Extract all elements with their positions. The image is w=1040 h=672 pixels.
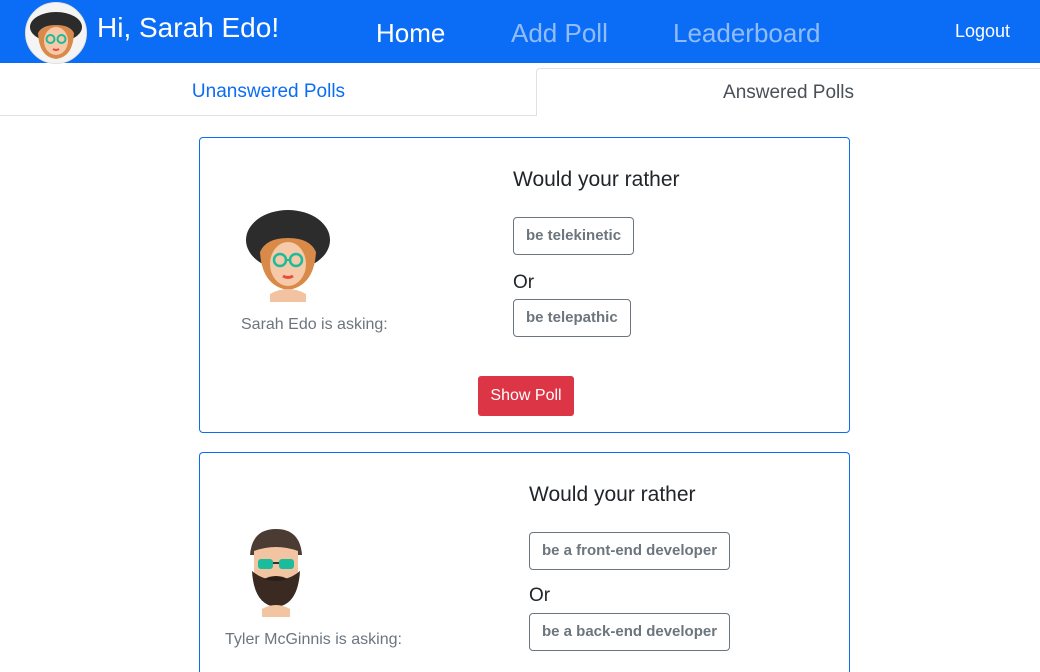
poll-title: Would your rather [529, 483, 696, 506]
user-avatar-icon [25, 2, 87, 64]
greeting-text: Hi, Sarah Edo! [97, 12, 280, 43]
nav-home-link[interactable]: Home [376, 18, 445, 49]
asker-label: Sarah Edo is asking: [241, 316, 388, 333]
tab-unanswered-polls[interactable]: Unanswered Polls [0, 68, 537, 116]
logout-link[interactable]: Logout [955, 21, 1010, 42]
or-label: Or [513, 272, 535, 293]
woman-avatar-icon [240, 206, 336, 302]
option-one-button[interactable]: be telekinetic [513, 217, 635, 255]
option-two-button[interactable]: be telepathic [513, 299, 631, 337]
option-one-button[interactable]: be a front-end developer [529, 532, 731, 570]
top-navbar: Hi, Sarah Edo! Home Add Poll Leaderboard… [0, 0, 1040, 64]
tab-answered-polls[interactable]: Answered Polls [536, 68, 1040, 116]
poll-card: Sarah Edo is asking: Would your rather b… [199, 137, 850, 433]
poll-card: Tyler McGinnis is asking: Would your rat… [199, 452, 850, 672]
poll-title: Would your rather [513, 168, 680, 191]
or-label: Or [529, 585, 551, 606]
nav-add-poll-link[interactable]: Add Poll [511, 18, 608, 49]
show-poll-button[interactable]: Show Poll [478, 376, 574, 416]
nav-leaderboard-link[interactable]: Leaderboard [673, 18, 820, 49]
option-two-button[interactable]: be a back-end developer [529, 613, 731, 651]
bearded-man-avatar-icon [228, 521, 324, 617]
asker-label: Tyler McGinnis is asking: [225, 631, 402, 648]
